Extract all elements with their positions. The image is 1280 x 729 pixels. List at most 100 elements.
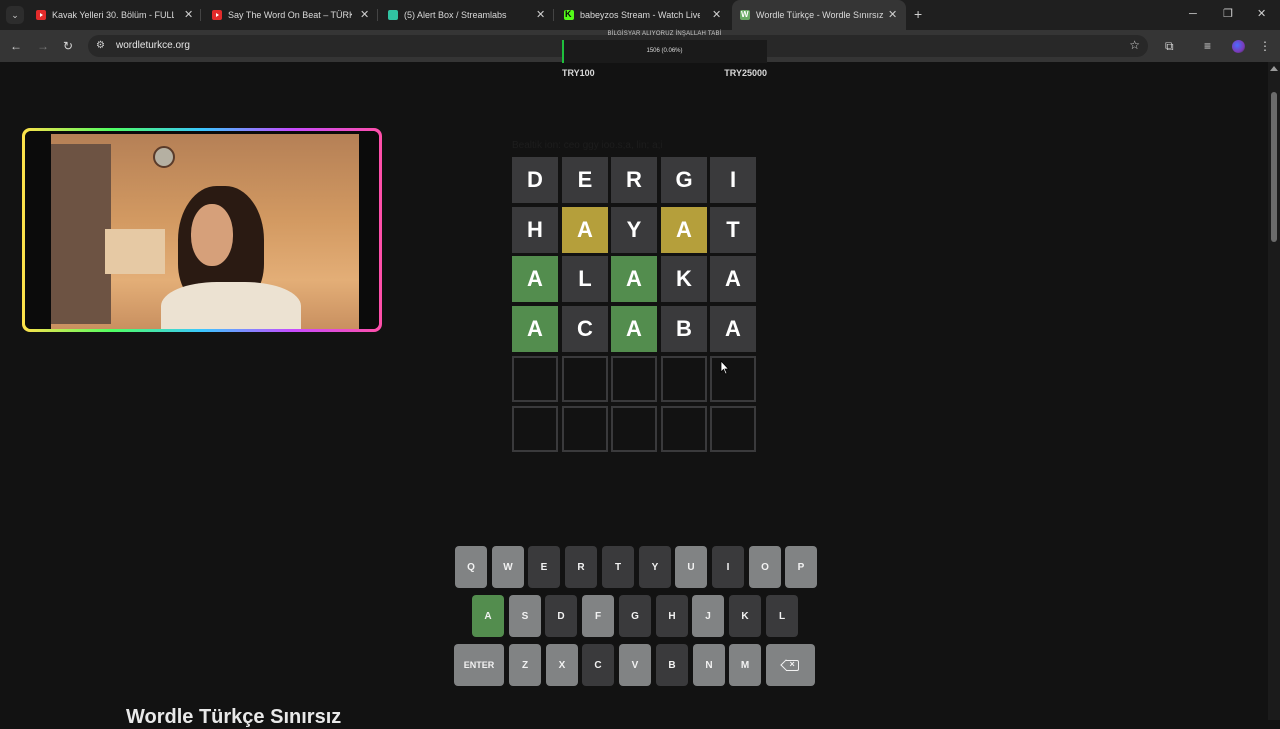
tab-separator bbox=[553, 9, 554, 21]
board-tile bbox=[710, 356, 756, 402]
tab-say-the-word[interactable]: Say The Word On Beat – TÜRKÇE ✕ bbox=[204, 0, 376, 30]
board-tile bbox=[661, 406, 707, 452]
goal-progress-text: 1506 (0.06%) bbox=[646, 48, 683, 54]
board-tile: A bbox=[611, 306, 657, 352]
key-p[interactable]: P bbox=[785, 546, 817, 588]
board-tile: A bbox=[710, 256, 756, 302]
board-tile: I bbox=[710, 157, 756, 203]
tab-close-icon[interactable]: ✕ bbox=[536, 8, 545, 22]
tab-streamlabs[interactable]: (5) Alert Box / Streamlabs ✕ bbox=[380, 0, 552, 30]
window-close-icon[interactable]: ✕ bbox=[1257, 7, 1266, 21]
webcam-overlay bbox=[22, 128, 382, 332]
key-j[interactable]: J bbox=[692, 595, 724, 637]
tab-search-button[interactable]: ⌄ bbox=[6, 6, 24, 24]
tab-separator bbox=[377, 9, 378, 21]
webcam-letterbox-left bbox=[25, 131, 51, 329]
board-tile: T bbox=[710, 207, 756, 253]
key-e[interactable]: E bbox=[528, 546, 560, 588]
key-g[interactable]: G bbox=[619, 595, 651, 637]
key-q[interactable]: Q bbox=[455, 546, 487, 588]
board-tile: H bbox=[512, 207, 558, 253]
bookmark-star-icon[interactable]: ☆ bbox=[1129, 38, 1140, 52]
board-tile: E bbox=[562, 157, 608, 203]
tab-kavak-yelleri[interactable]: Kavak Yelleri 30. Bölüm - FULL HD ✕ bbox=[28, 0, 200, 30]
backspace-key[interactable]: × bbox=[766, 644, 815, 686]
menu-kebab-icon[interactable]: ⋮ bbox=[1259, 39, 1271, 53]
board-tile: Y bbox=[611, 207, 657, 253]
tab-close-icon[interactable]: ✕ bbox=[360, 8, 369, 22]
key-h[interactable]: H bbox=[656, 595, 688, 637]
cabinet-shape bbox=[51, 144, 111, 324]
new-tab-icon[interactable]: + bbox=[914, 7, 922, 21]
board-tile bbox=[512, 356, 558, 402]
key-k[interactable]: K bbox=[729, 595, 761, 637]
key-n[interactable]: N bbox=[693, 644, 725, 686]
board-tile bbox=[512, 406, 558, 452]
page-heading: Wordle Türkçe Sınırsız bbox=[126, 706, 342, 728]
enter-key[interactable]: ENTER bbox=[454, 644, 504, 686]
key-y[interactable]: Y bbox=[639, 546, 671, 588]
tab-close-icon[interactable]: ✕ bbox=[888, 8, 897, 22]
goal-progress-bar: 1506 (0.06%) bbox=[562, 40, 767, 63]
key-x[interactable]: X bbox=[546, 644, 578, 686]
board-tile: A bbox=[512, 256, 558, 302]
back-icon[interactable]: ← bbox=[10, 39, 22, 53]
key-w[interactable]: W bbox=[492, 546, 524, 588]
kick-icon bbox=[564, 9, 574, 20]
board-tile: R bbox=[611, 157, 657, 203]
board-tile: G bbox=[661, 157, 707, 203]
tab-title: babeyzos Stream - Watch Live on Kick bbox=[580, 10, 700, 20]
tab-wordle-turkce[interactable]: Wordle Türkçe - Wordle Sınırsız ✕ bbox=[732, 0, 906, 30]
tab-strip: ⌄ Kavak Yelleri 30. Bölüm - FULL HD ✕ Sa… bbox=[0, 0, 1280, 30]
extensions-icon[interactable]: ⧉ bbox=[1165, 39, 1174, 53]
tab-kick-stream[interactable]: babeyzos Stream - Watch Live on Kick ✕ bbox=[556, 0, 728, 30]
board-tile bbox=[562, 406, 608, 452]
key-a[interactable]: A bbox=[472, 595, 504, 637]
key-t[interactable]: T bbox=[602, 546, 634, 588]
media-controls-icon[interactable]: ≡ bbox=[1204, 39, 1211, 53]
scrollbar-thumb[interactable] bbox=[1271, 92, 1277, 242]
tab-close-icon[interactable]: ✕ bbox=[184, 8, 193, 22]
tab-title: Say The Word On Beat – TÜRKÇE bbox=[228, 10, 352, 20]
reload-icon[interactable]: ↻ bbox=[63, 39, 73, 53]
mouse-cursor-icon bbox=[720, 359, 730, 380]
board-tile: K bbox=[661, 256, 707, 302]
profile-avatar-icon[interactable] bbox=[1232, 40, 1245, 53]
key-u[interactable]: U bbox=[675, 546, 707, 588]
tab-close-icon[interactable]: ✕ bbox=[712, 8, 721, 22]
board-tile: L bbox=[562, 256, 608, 302]
key-f[interactable]: F bbox=[582, 595, 614, 637]
restore-icon[interactable]: ❐ bbox=[1223, 7, 1233, 21]
streamer-face-shape bbox=[191, 204, 233, 266]
minimize-icon[interactable]: ─ bbox=[1189, 7, 1197, 21]
webcam-frame bbox=[25, 131, 379, 329]
scroll-up-icon[interactable] bbox=[1270, 66, 1278, 71]
key-m[interactable]: M bbox=[729, 644, 761, 686]
webcam-letterbox-right bbox=[359, 131, 379, 329]
key-c[interactable]: C bbox=[582, 644, 614, 686]
key-i[interactable]: I bbox=[712, 546, 744, 588]
key-z[interactable]: Z bbox=[509, 644, 541, 686]
board-tile: D bbox=[512, 157, 558, 203]
page-scrollbar[interactable] bbox=[1268, 62, 1280, 720]
site-info-icon[interactable]: ⚙ bbox=[96, 39, 105, 53]
goal-min-label: TRY100 bbox=[562, 68, 595, 78]
key-r[interactable]: R bbox=[565, 546, 597, 588]
key-s[interactable]: S bbox=[509, 595, 541, 637]
key-o[interactable]: O bbox=[749, 546, 781, 588]
board-tile bbox=[661, 356, 707, 402]
board-tile bbox=[562, 356, 608, 402]
wordle-icon bbox=[740, 10, 750, 20]
key-v[interactable]: V bbox=[619, 644, 651, 686]
key-l[interactable]: L bbox=[766, 595, 798, 637]
board-tile: A bbox=[562, 207, 608, 253]
key-b[interactable]: B bbox=[656, 644, 688, 686]
url-text[interactable]: wordleturkce.org bbox=[116, 40, 190, 52]
key-d[interactable]: D bbox=[545, 595, 577, 637]
goal-max-label: TRY25000 bbox=[724, 68, 767, 78]
tab-title: Wordle Türkçe - Wordle Sınırsız bbox=[756, 10, 884, 20]
forward-icon[interactable]: → bbox=[37, 39, 49, 53]
stream-goal-widget: BİLGİSYAR ALIYORUZ İNŞALLAH TABİ 1506 (0… bbox=[562, 30, 767, 80]
youtube-icon bbox=[36, 10, 46, 20]
board-tile: A bbox=[710, 306, 756, 352]
